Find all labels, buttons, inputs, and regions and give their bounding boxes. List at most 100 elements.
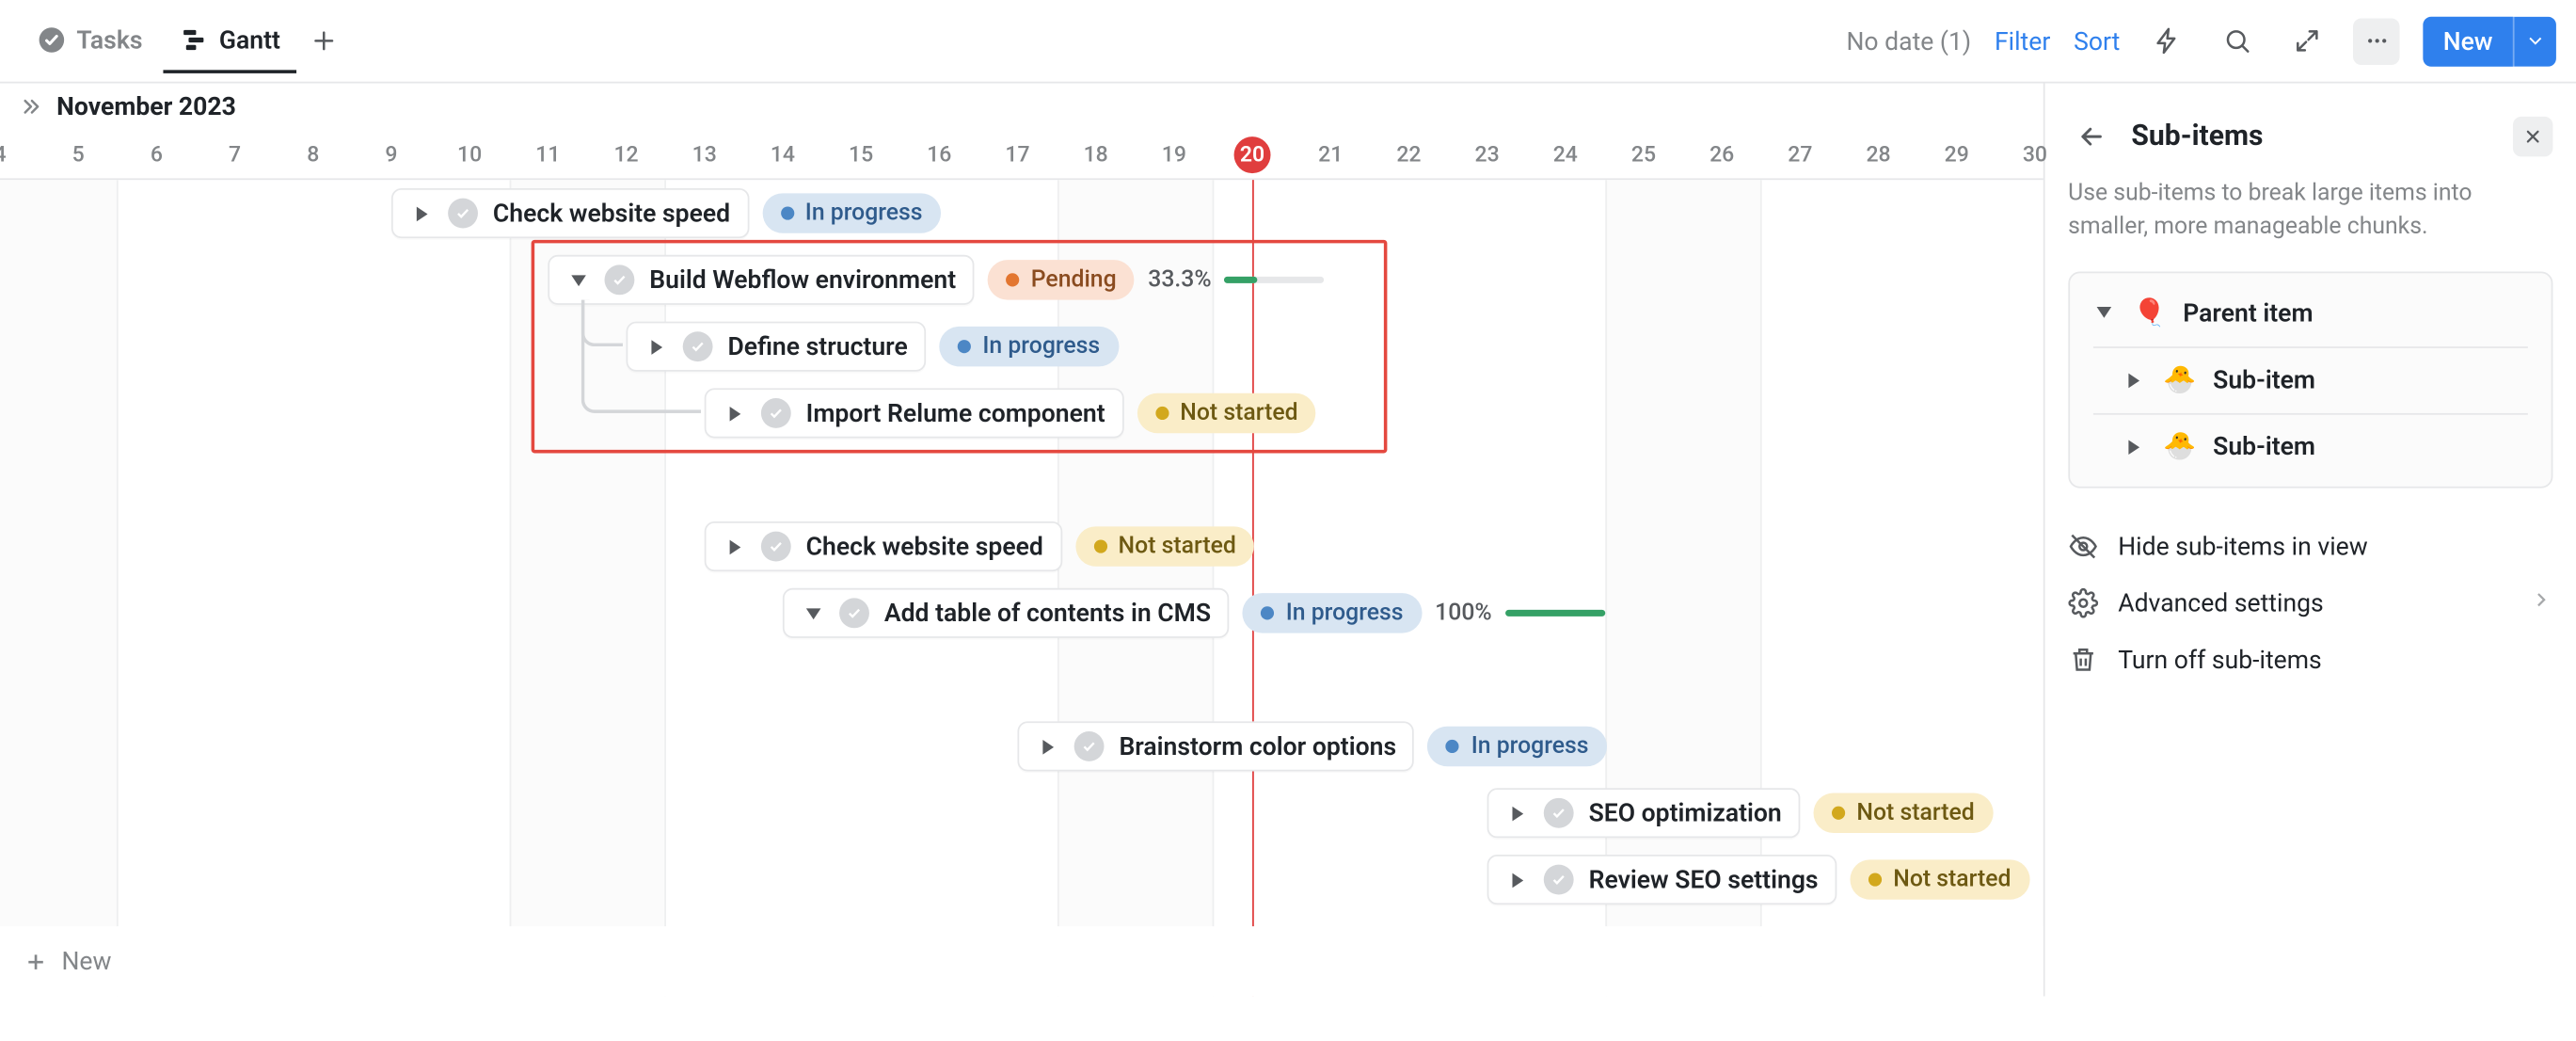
expand-toggle[interactable] [1505,868,1529,891]
day-label[interactable]: 27 [1760,130,1840,180]
day-label[interactable]: 16 [899,130,979,180]
task-card[interactable]: Build Webflow environmentPending33.3% [548,255,1325,305]
dots-icon [2362,26,2391,55]
sidebar-actions: Hide sub-items in view Advanced settings… [2068,518,2552,688]
tab-gantt[interactable]: Gantt [163,9,297,72]
new-button-main[interactable]: New [2423,16,2512,66]
task-chip[interactable]: Build Webflow environment [548,255,974,305]
day-label[interactable]: 8 [273,130,353,180]
complete-toggle[interactable] [448,199,478,229]
day-label[interactable]: 23 [1447,130,1527,180]
day-label[interactable]: 26 [1682,130,1762,180]
status-pill: Not started [1850,859,2029,899]
complete-toggle[interactable] [761,532,791,562]
day-label[interactable]: 17 [978,130,1057,180]
task-chip[interactable]: Check website speed [705,521,1062,571]
day-today[interactable]: 20 [1234,136,1271,173]
task-chip[interactable]: Import Relume component [705,388,1123,438]
task-chip[interactable]: Brainstorm color options [1017,721,1414,771]
task-card[interactable]: Brainstorm color options In progress [1017,721,1607,771]
expand-button[interactable] [2283,18,2330,65]
day-label[interactable]: 18 [1056,130,1136,180]
day-label[interactable]: 21 [1291,130,1371,180]
new-task-row[interactable]: New [0,926,2043,996]
action-turn-off[interactable]: Turn off sub-items [2068,631,2552,687]
day-label[interactable]: 19 [1134,130,1214,180]
day-label[interactable]: 11 [508,130,588,180]
day-label[interactable]: 10 [430,130,510,180]
day-label[interactable]: 24 [1525,130,1605,180]
day-label[interactable]: 9 [351,130,431,180]
complete-toggle[interactable] [1544,865,1574,895]
filter-button[interactable]: Filter [1995,25,2050,56]
tree-subitem-row[interactable]: 🐣 Sub-item [2093,345,2528,412]
day-label[interactable]: 5 [39,130,119,180]
task-chip[interactable]: Add table of contents in CMS [783,588,1230,638]
day-label[interactable]: 6 [117,130,197,180]
sidebar-pane: Sub-items Use sub-items to break large i… [2043,84,2576,997]
task-chip[interactable]: Check website speed [391,188,749,238]
expand-toggle[interactable] [723,402,746,425]
complete-toggle[interactable] [761,398,791,428]
status-pill: In progress [1428,727,1607,766]
task-progress-pct: 100% [1435,600,1492,626]
sidebar-close-button[interactable] [2513,117,2552,156]
action-advanced-settings[interactable]: Advanced settings [2068,574,2552,631]
add-view-button[interactable] [300,18,347,65]
action-hide-subitems[interactable]: Hide sub-items in view [2068,518,2552,574]
expand-toggle[interactable] [566,268,590,292]
day-label[interactable]: 28 [1838,130,1918,180]
gantt-month[interactable]: November 2023 [0,84,2043,122]
task-card[interactable]: Check website speedIn progress [391,188,941,238]
task-chip[interactable]: Review SEO settings [1487,855,1837,905]
task-card[interactable]: Review SEO settings Not started [1487,855,2029,905]
task-card[interactable]: SEO optimization Not started [1487,788,1994,838]
day-label[interactable]: 12 [586,130,666,180]
task-chip[interactable]: SEO optimization [1487,788,1801,838]
no-date-button[interactable]: No date (1) [1846,25,1971,56]
sort-button[interactable]: Sort [2074,25,2120,56]
automations-button[interactable] [2143,18,2190,65]
expand-toggle[interactable] [409,201,433,225]
expand-toggle[interactable] [801,601,824,625]
complete-toggle[interactable] [839,598,869,628]
day-label[interactable]: 14 [742,130,822,180]
tab-tasks[interactable]: Tasks [20,9,159,72]
complete-toggle[interactable] [1544,798,1574,828]
day-label[interactable]: 25 [1604,130,1684,180]
gantt-icon [179,24,209,55]
complete-toggle[interactable] [1074,731,1105,761]
expand-toggle[interactable] [1036,735,1059,759]
gantt-day-scale: 45678910111213141516171819 20 212223242526… [0,130,2043,180]
task-name: Import Relume component [806,398,1105,428]
day-label[interactable]: 7 [195,130,275,180]
day-label[interactable]: 22 [1369,130,1449,180]
task-card[interactable]: Check website speedNot started [705,521,1255,571]
search-button[interactable] [2213,18,2260,65]
search-icon [2222,26,2250,55]
gantt-body[interactable]: Check website speedIn progressBuild Webf… [0,180,2043,996]
day-label[interactable]: 13 [664,130,744,180]
task-progress-bar [1505,610,1605,617]
tree-sub-toggle[interactable] [2123,368,2147,392]
task-card[interactable]: Import Relume componentNot started [705,388,1316,438]
chevron-right-icon [2529,587,2552,617]
tree-parent-toggle[interactable] [2093,301,2117,325]
new-button-dropdown[interactable] [2513,16,2556,66]
plus-icon [24,949,49,974]
task-card[interactable]: Add table of contents in CMSIn progress1… [783,588,1605,638]
day-label[interactable]: 29 [1916,130,1996,180]
tree-parent-row[interactable]: 🎈 Parent item [2093,280,2528,346]
expand-toggle[interactable] [723,535,746,558]
tree-subitem-row[interactable]: 🐣 Sub-item [2093,412,2528,479]
day-label[interactable]: 30 [1995,130,2075,180]
expand-toggle[interactable] [1505,801,1529,825]
more-button[interactable] [2353,18,2400,65]
status-pill: Not started [1813,793,1993,833]
sidebar-back-button[interactable] [2068,113,2115,160]
day-label[interactable]: 4 [0,130,40,180]
arrow-left-icon [2076,121,2107,152]
complete-toggle[interactable] [605,264,635,295]
day-label[interactable]: 15 [821,130,901,180]
tree-sub-toggle[interactable] [2123,435,2147,458]
